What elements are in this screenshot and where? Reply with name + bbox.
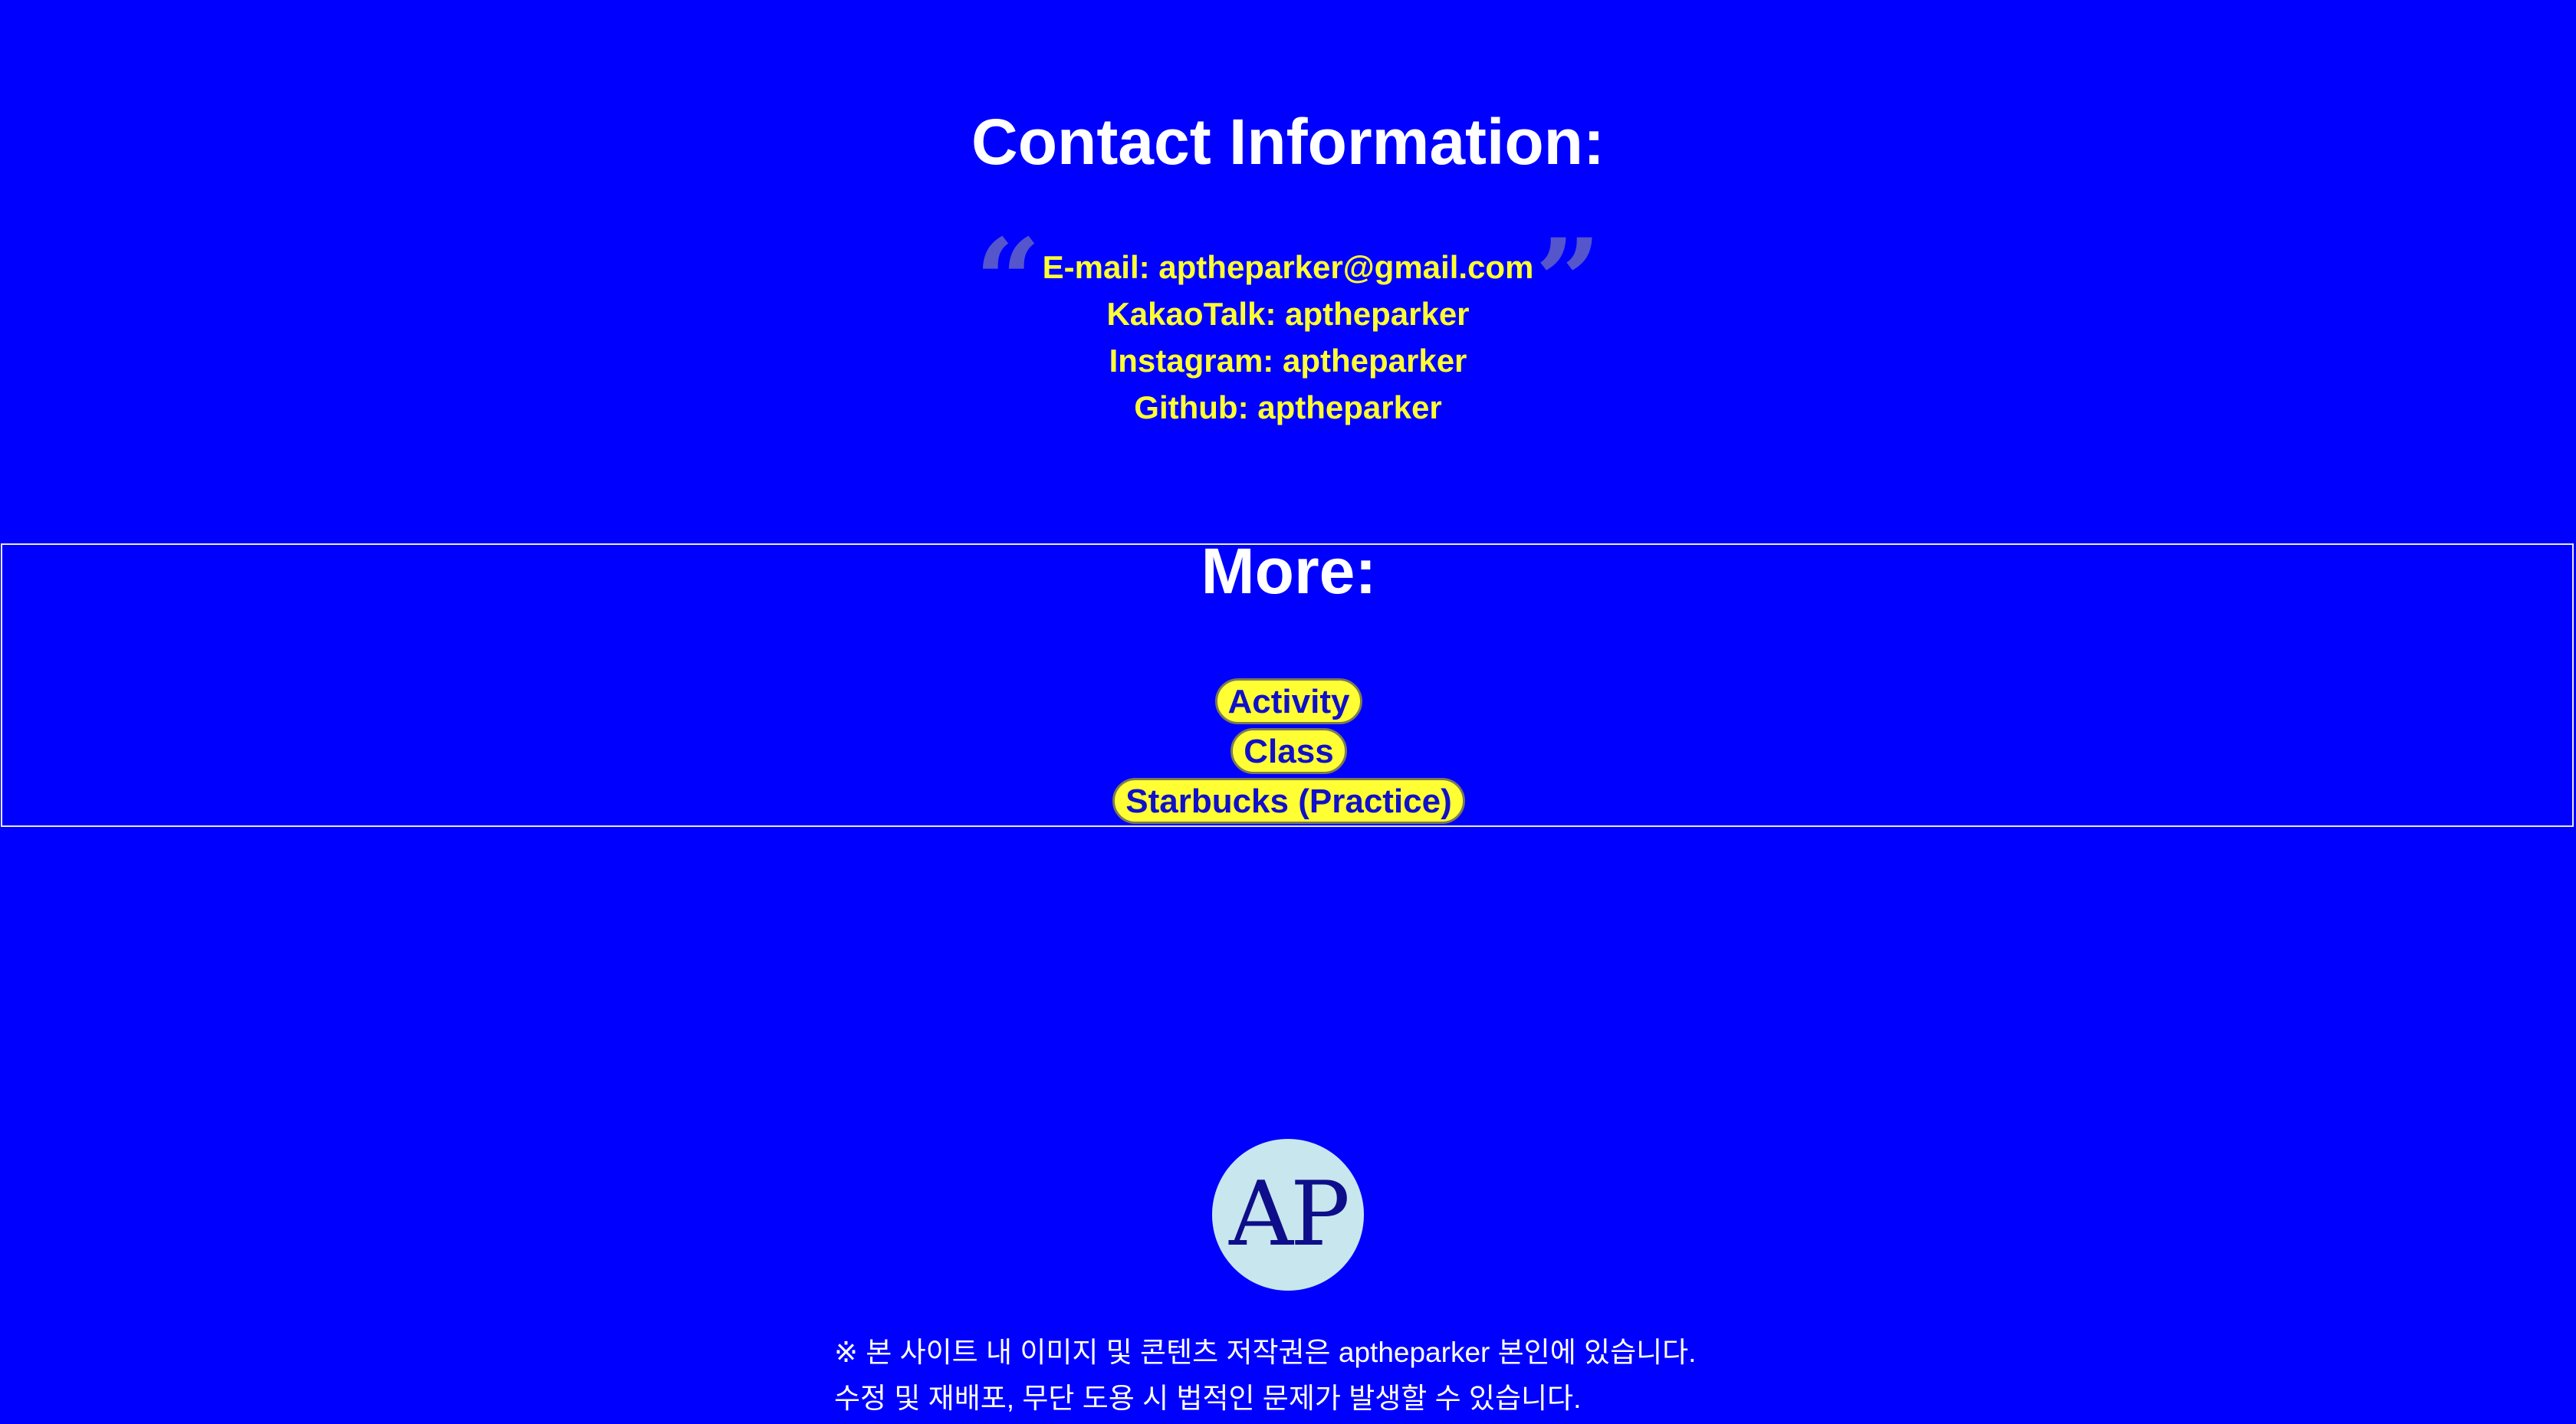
ap-logo: AP	[1212, 1139, 1364, 1291]
redistribution-warning: 수정 및 재배포, 무단 도용 시 법적인 문제가 발생할 수 있습니다.	[834, 1383, 1582, 1414]
activity-link[interactable]: Activity	[1214, 678, 1363, 724]
contact-email[interactable]: E-mail: aptheparker@gmail.com	[1043, 249, 1534, 285]
close-quote-icon: ”	[1535, 214, 1602, 349]
contact-github: Github: aptheparker	[1134, 389, 1442, 425]
copyright-footer: ※ 본 사이트 내 이미지 및 콘텐츠 저작권은 aptheparker 본인에…	[834, 1330, 1696, 1422]
contact-kakaotalk: KakaoTalk: aptheparker	[1106, 296, 1470, 332]
more-section: More: Activity Class Starbucks (Practice…	[1, 535, 2575, 828]
starbucks-practice-link[interactable]: Starbucks (Practice)	[1112, 778, 1465, 824]
contact-email-line[interactable]: “ E-mail: aptheparker@gmail.com ”	[0, 224, 2576, 339]
contact-instagram: Instagram: aptheparker	[1109, 343, 1467, 379]
copyright-notice: ※ 본 사이트 내 이미지 및 콘텐츠 저작권은 aptheparker 본인에…	[834, 1337, 1697, 1368]
contact-heading: Contact Information:	[971, 106, 1605, 178]
quote-wrapper: “ E-mail: aptheparker@gmail.com ”	[975, 224, 1602, 339]
class-link[interactable]: Class	[1230, 728, 1347, 774]
contact-list: “ E-mail: aptheparker@gmail.com ” KakaoT…	[0, 224, 2576, 431]
more-heading: More:	[1201, 535, 1377, 607]
open-quote-icon: “	[974, 214, 1041, 349]
more-links-list: Activity Class Starbucks (Practice)	[2, 678, 2575, 828]
